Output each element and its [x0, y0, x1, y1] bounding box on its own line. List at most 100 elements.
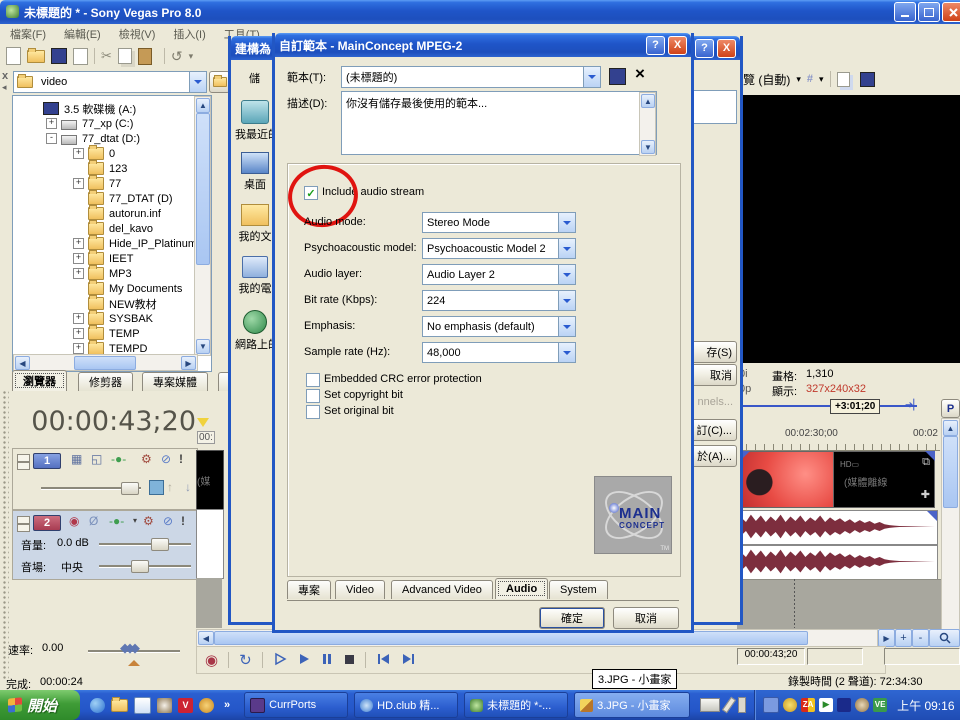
dropdown-arrow[interactable]: [558, 317, 575, 336]
phase-icon[interactable]: Ø: [89, 514, 98, 528]
paste-icon[interactable]: [138, 48, 152, 65]
timeline-vscrollbar[interactable]: ▲: [941, 418, 960, 630]
go-to-end-button[interactable]: [401, 652, 416, 669]
minimize-button[interactable]: [894, 2, 916, 22]
explorer-collapse-icon[interactable]: ◂: [2, 82, 7, 93]
track2-header[interactable]: 2 ◉ Ø -●- ▾ ⚙ ⊘ ! 音量: 0.0 dB 音場: 中央: [12, 510, 198, 580]
tree-item[interactable]: 77_dtat (D:): [82, 133, 140, 145]
dropdown-arrow[interactable]: [558, 291, 575, 310]
quality-caret-icon[interactable]: ▾: [796, 74, 801, 85]
solo-icon[interactable]: !: [179, 452, 183, 466]
properties-icon[interactable]: [73, 48, 88, 65]
expander-icon[interactable]: +: [73, 148, 84, 159]
expander-icon[interactable]: +: [73, 328, 84, 339]
track1-level-thumb[interactable]: [121, 482, 139, 495]
grid-overlay-icon[interactable]: #: [807, 73, 813, 85]
network-tray-icon[interactable]: [763, 697, 779, 713]
audio-clip-fragment[interactable]: [196, 509, 224, 579]
tree-item[interactable]: TEMP: [109, 328, 140, 340]
audio-fx-plug-icon[interactable]: -●-: [109, 514, 124, 528]
timeline-empty[interactable]: [737, 579, 941, 629]
tree-hscrollbar[interactable]: ◀ ▶: [13, 354, 198, 371]
tab-audio[interactable]: Audio: [495, 578, 548, 599]
address-combo[interactable]: video: [13, 71, 207, 93]
description-box[interactable]: 你沒有儲存最後使用的範本... ▲ ▼: [341, 91, 657, 155]
audio-mode-combo[interactable]: Stereo Mode: [422, 212, 576, 233]
tree-item[interactable]: My Documents: [109, 283, 182, 295]
antivirus-tray-icon[interactable]: [783, 698, 797, 712]
ime-pen-icon[interactable]: [722, 697, 736, 714]
pan-thumb[interactable]: [131, 560, 149, 573]
track-fx-plug-icon[interactable]: -●-: [111, 452, 126, 466]
zoom-out-button[interactable]: -: [912, 629, 929, 647]
track-maximize-icon[interactable]: [17, 462, 30, 470]
dropdown-arrow[interactable]: [558, 343, 575, 362]
help-button[interactable]: ?: [695, 39, 714, 58]
psychoacoustic-combo[interactable]: Psychoacoustic Model 2: [422, 238, 576, 259]
expander-icon[interactable]: +: [73, 238, 84, 249]
tree-item[interactable]: MP3: [109, 268, 132, 280]
play-from-start-button[interactable]: [273, 652, 287, 669]
marker-offset-bubble[interactable]: +3:01;20: [830, 399, 880, 414]
ve-tray-icon[interactable]: VE: [873, 698, 887, 712]
close-button[interactable]: [942, 2, 960, 22]
copy-snapshot-icon[interactable]: [837, 72, 850, 87]
task-vegas[interactable]: 未標題的 *-...: [464, 692, 568, 718]
place-desktop[interactable]: 桌面: [235, 176, 275, 192]
timeline-ruler[interactable]: 00:02:30;00 00:02: [737, 426, 940, 451]
fx-caret-icon[interactable]: ▾: [133, 514, 137, 528]
stop-button[interactable]: [343, 652, 355, 669]
help-button[interactable]: ?: [646, 36, 665, 55]
tab-trimmer[interactable]: 修剪器: [78, 372, 133, 391]
zoom-tool-button[interactable]: [929, 629, 960, 647]
audio-layer-combo[interactable]: Audio Layer 2: [422, 264, 576, 285]
loop-playback-button[interactable]: ↻: [239, 651, 252, 669]
recent-icon[interactable]: [241, 100, 269, 124]
crc-label[interactable]: Embedded CRC error protection: [324, 373, 482, 385]
place-computer[interactable]: 我的電: [235, 280, 275, 296]
file-list[interactable]: [690, 90, 737, 124]
main-titlebar[interactable]: 未標題的 * - Sony Vegas Pro 8.0: [0, 0, 960, 24]
fade-handle-icon[interactable]: [927, 511, 937, 521]
audio-clip-1[interactable]: [740, 510, 938, 545]
template-dropdown[interactable]: [583, 67, 600, 87]
vegas-icon[interactable]: V: [178, 698, 193, 713]
original-checkbox[interactable]: [306, 405, 320, 419]
tree-item[interactable]: 123: [109, 163, 127, 175]
video-clip-flower[interactable]: [740, 451, 834, 508]
expander-icon[interactable]: +: [73, 178, 84, 189]
tree-item[interactable]: autorun.inf: [109, 208, 161, 220]
go-to-start-button[interactable]: [376, 652, 391, 669]
menu-insert[interactable]: 插入(I): [173, 26, 205, 42]
menu-edit[interactable]: 編輯(E): [64, 26, 101, 42]
dropdown-arrow[interactable]: [558, 213, 575, 232]
tree-item[interactable]: 3.5 軟碟機 (A:): [64, 101, 136, 117]
start-button[interactable]: 開始: [0, 690, 80, 720]
volume-thumb[interactable]: [151, 538, 169, 551]
zoom-in-button[interactable]: +: [895, 629, 912, 647]
original-label[interactable]: Set original bit: [324, 405, 394, 417]
place-recent[interactable]: 我最近的: [235, 126, 275, 142]
tree-vscrollbar[interactable]: ▲ ▼: [194, 96, 211, 356]
expander-icon[interactable]: +: [46, 118, 57, 129]
tree-item[interactable]: 77_DTAT (D): [109, 193, 173, 205]
undo-icon[interactable]: ↺: [171, 48, 183, 65]
cursor-time-box[interactable]: 00:00:43;20: [737, 648, 805, 665]
pin-button[interactable]: P: [941, 399, 960, 418]
computer-icon[interactable]: [242, 256, 268, 278]
expander-icon[interactable]: +: [73, 313, 84, 324]
track1-header[interactable]: 1 ▦ ◱ -●- ⚙ ⊘ ! ↑ ↓: [12, 448, 198, 510]
preview-quality-label[interactable]: 覽 (自動): [743, 71, 790, 88]
close-button[interactable]: X: [668, 36, 687, 55]
keyboard-icon[interactable]: [700, 698, 720, 712]
copyright-label[interactable]: Set copyright bit: [324, 389, 403, 401]
task-paint[interactable]: 3.JPG - 小畫家: [574, 692, 690, 718]
new-icon[interactable]: [6, 47, 21, 65]
place-network[interactable]: 網路上的: [235, 336, 275, 352]
zonealarm-tray-icon[interactable]: ZA: [801, 698, 815, 712]
clock[interactable]: 上午 09:16: [897, 697, 954, 714]
restore-button[interactable]: [918, 2, 940, 22]
save-snapshot-icon[interactable]: [860, 72, 875, 87]
ie-icon[interactable]: [90, 698, 105, 713]
track2-number[interactable]: 2: [33, 515, 61, 531]
